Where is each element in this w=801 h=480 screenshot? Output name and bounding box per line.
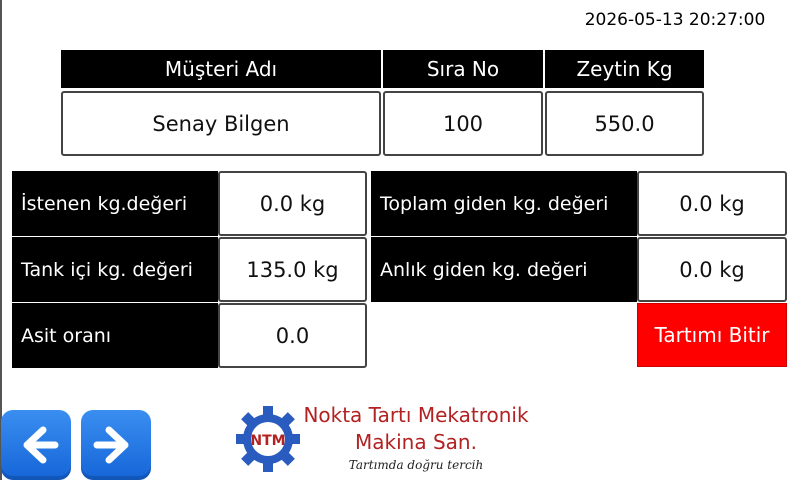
finish-weighing-button[interactable]: Tartımı Bitir: [637, 303, 787, 367]
order-no-field[interactable]: 100: [383, 91, 543, 156]
acid-ratio-field[interactable]: 0.0: [218, 303, 367, 368]
arrow-right-icon: [93, 426, 129, 464]
total-out-kg-field: 0.0 kg: [637, 171, 787, 236]
requested-kg-field[interactable]: 0.0 kg: [218, 171, 367, 236]
company-name-line2: Makina San.: [355, 430, 477, 454]
header-customer-name: Müşteri Adı: [61, 50, 381, 88]
olive-kg-field[interactable]: 550.0: [545, 91, 704, 156]
acid-ratio-label: Asit oranı: [12, 303, 218, 368]
window-border: [0, 0, 2, 480]
back-button[interactable]: [1, 410, 71, 480]
tank-kg-field: 135.0 kg: [218, 237, 367, 302]
total-out-kg-label: Toplam giden kg. değeri: [371, 171, 637, 236]
tank-kg-label: Tank içi kg. değeri: [12, 237, 218, 302]
instant-out-kg-label: Anlık giden kg. değeri: [371, 237, 637, 302]
instant-out-kg-field: 0.0 kg: [637, 237, 787, 302]
customer-name-field[interactable]: Senay Bilgen: [61, 91, 381, 156]
requested-kg-label: İstenen kg.değeri: [12, 171, 218, 236]
company-tagline: Tartımda doğru tercih: [348, 458, 484, 472]
company-logo-gear-icon: NTM: [236, 406, 300, 472]
company-name-line1: Nokta Tartı Mekatronik: [303, 403, 529, 427]
logo-mark-text: NTM: [250, 433, 285, 449]
arrow-left-icon: [23, 426, 59, 464]
header-order-no: Sıra No: [383, 50, 543, 88]
header-olive-kg: Zeytin Kg: [545, 50, 704, 88]
datetime-display: 2026-05-13 20:27:00: [584, 10, 766, 30]
forward-button[interactable]: [81, 410, 151, 480]
